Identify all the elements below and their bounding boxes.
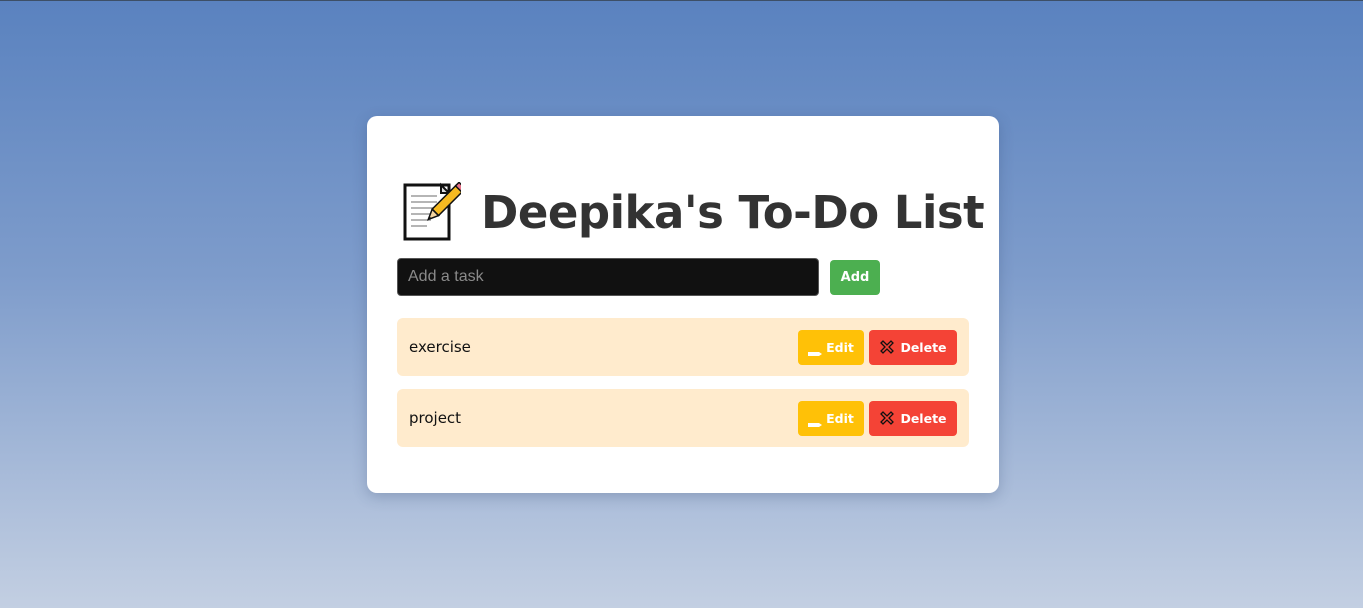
task-actions: Edit Delete (798, 400, 957, 436)
task-input[interactable] (397, 258, 819, 296)
title-row: Deepika's To-Do List (401, 181, 985, 242)
delete-button[interactable]: Delete (869, 400, 957, 436)
task-text: project (409, 409, 462, 427)
close-icon (879, 339, 895, 355)
list-item: exercise Edit Delete (397, 318, 969, 376)
delete-label: Delete (900, 339, 947, 355)
memo-icon (401, 181, 467, 242)
list-item: project Edit Delete (397, 389, 969, 447)
task-actions: Edit Delete (798, 329, 957, 365)
close-icon (879, 410, 895, 426)
task-text: exercise (409, 338, 471, 356)
delete-label: Delete (900, 410, 947, 426)
edit-button[interactable]: Edit (798, 400, 864, 436)
edit-button[interactable]: Edit (798, 329, 864, 365)
add-task-row: Add (397, 258, 880, 296)
task-list: exercise Edit Delete project Edit Delete (397, 318, 969, 460)
page-title: Deepika's To-Do List (481, 185, 985, 239)
edit-label: Edit (826, 410, 854, 426)
todo-card: Deepika's To-Do List Add exercise Edit (367, 116, 999, 493)
pencil-icon (808, 416, 823, 427)
delete-button[interactable]: Delete (869, 329, 957, 365)
edit-label: Edit (826, 339, 854, 355)
pencil-icon (808, 345, 823, 356)
add-button[interactable]: Add (830, 259, 880, 295)
